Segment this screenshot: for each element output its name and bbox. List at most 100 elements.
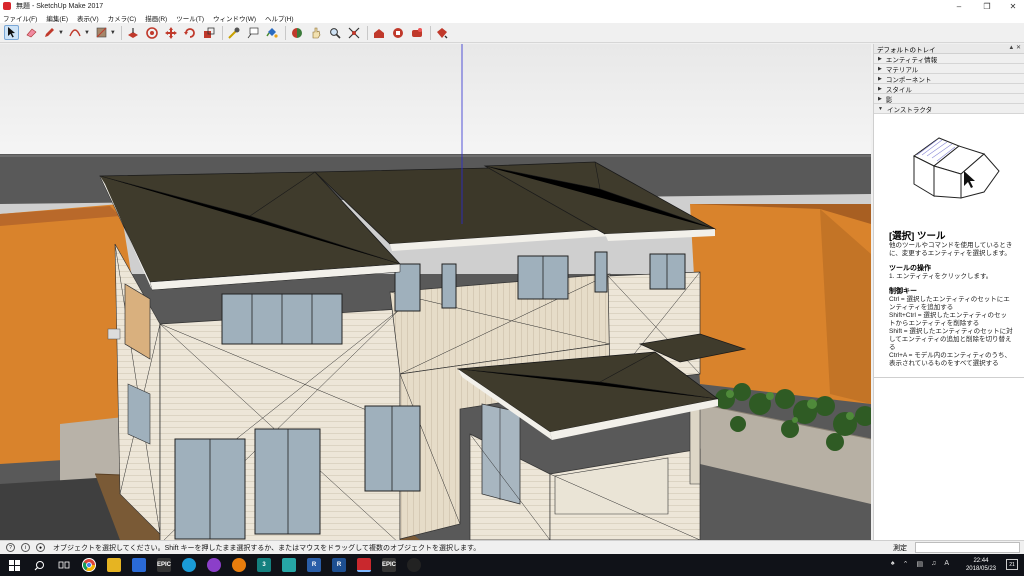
scale-icon[interactable] <box>202 25 217 40</box>
text-icon[interactable] <box>246 25 261 40</box>
instructor-content: [選択] ツール 他のツールやコマンドを使用しているときに、変更するエンティティ… <box>874 116 1024 416</box>
geo-location-icon[interactable]: ? <box>6 543 15 552</box>
zoom-extents-icon[interactable] <box>347 25 362 40</box>
revit-2-icon[interactable]: R <box>332 558 346 572</box>
panel-components[interactable]: ▶ コンポーネント <box>874 74 1024 84</box>
pencil-line-icon[interactable] <box>42 25 57 40</box>
close-icon[interactable]: ✕ <box>998 0 1024 12</box>
revit-icon[interactable]: R <box>307 558 321 572</box>
notification-icon[interactable]: 21 <box>1006 559 1018 570</box>
tray-close-icon[interactable]: ✕ <box>1016 45 1021 51</box>
eraser-icon[interactable] <box>23 25 38 40</box>
file-explorer-icon[interactable] <box>107 558 121 572</box>
offset-icon[interactable] <box>145 25 160 40</box>
epic-games-icon[interactable]: EPIC <box>157 558 171 572</box>
menu-draw[interactable]: 描画(R) <box>145 13 167 23</box>
unreal-icon[interactable] <box>407 558 421 572</box>
windows-start-icon[interactable] <box>7 558 21 572</box>
pin-icon[interactable]: ▲ <box>1008 45 1014 51</box>
arc-dropdown-icon[interactable]: ▼ <box>84 30 90 36</box>
task-view-icon[interactable] <box>57 558 71 572</box>
expand-arrow-icon: ▶ <box>878 95 882 102</box>
chevron-up-icon[interactable]: ⌃ <box>903 560 909 568</box>
expand-arrow-icon: ▶ <box>878 55 882 62</box>
3dsmax-icon[interactable]: 3 <box>257 558 271 572</box>
extension-manager-icon[interactable] <box>435 25 450 40</box>
arc-icon[interactable] <box>68 25 83 40</box>
panel-materials[interactable]: ▶ マテリアル <box>874 64 1024 74</box>
menu-camera[interactable]: カメラ(C) <box>108 13 137 23</box>
collapse-arrow-icon: ▼ <box>878 105 883 112</box>
toolbar-separator <box>120 25 122 40</box>
volume-icon[interactable]: ♫ <box>931 560 936 568</box>
zoom-icon[interactable] <box>328 25 343 40</box>
instructor-tool-title: [選択] ツール <box>889 231 946 242</box>
shape-dropdown-icon[interactable]: ▼ <box>110 30 116 36</box>
visual-studio-icon[interactable] <box>207 558 221 572</box>
status-bar: ? i ● オブジェクトを選択してください。Shift キーを押したまま選択する… <box>0 540 1024 554</box>
rotate-icon[interactable] <box>183 25 198 40</box>
toolbar-separator <box>221 25 223 40</box>
menu-bar: ファイル(F) 編集(E) 表示(V) カメラ(C) 描画(R) ツール(T) … <box>0 12 1024 23</box>
instructor-mod-shift-ctrl: Shift+Ctrl = 選択したエンティティのセットからエンティティを削除する <box>889 312 1008 327</box>
ime-indicator[interactable]: A <box>944 560 949 568</box>
user-icon[interactable]: ● <box>36 543 45 552</box>
maya-icon[interactable] <box>282 558 296 572</box>
instructor-ops-step: 1. エンティティをクリックします。 <box>889 273 993 280</box>
minimize-icon[interactable]: – <box>944 0 974 12</box>
menu-window[interactable]: ウィンドウ(W) <box>213 13 256 23</box>
toolbar-separator <box>284 25 286 40</box>
clock[interactable]: 22:44 2018/05/23 <box>966 557 996 573</box>
app-blue-icon[interactable] <box>182 558 196 572</box>
toolbar-separator <box>429 25 431 40</box>
pan-icon[interactable] <box>309 25 324 40</box>
select-tool-icon[interactable] <box>4 25 19 40</box>
credits-icon[interactable]: i <box>21 543 30 552</box>
instructor-intro: 他のツールやコマンドを使用しているときに、変更するエンティティを選択します。 <box>889 242 1013 257</box>
network-icon[interactable]: ▤ <box>916 560 923 568</box>
title-bar: 無題 - SketchUp Make 2017 – ❐ ✕ <box>0 0 1024 12</box>
measurements-label: 測定 <box>893 545 907 552</box>
menu-view[interactable]: 表示(V) <box>77 13 99 23</box>
extension-warehouse-icon[interactable] <box>391 25 406 40</box>
panel-styles[interactable]: ▶ スタイル <box>874 84 1024 94</box>
push-pull-icon[interactable] <box>126 25 141 40</box>
tray-divider <box>874 377 1024 378</box>
status-message: オブジェクトを選択してください。Shift キーを押したまま選択するか、またはマ… <box>53 544 481 552</box>
panel-shadows[interactable]: ▶ 影 <box>874 94 1024 104</box>
store-icon[interactable] <box>132 558 146 572</box>
measurements-input[interactable] <box>915 542 1020 553</box>
line-dropdown-icon[interactable]: ▼ <box>58 30 64 36</box>
expand-arrow-icon: ▶ <box>878 65 882 72</box>
orbit-icon[interactable] <box>290 25 305 40</box>
sketchup-taskbar-icon[interactable] <box>357 558 371 572</box>
menu-edit[interactable]: 編集(E) <box>46 13 68 23</box>
epic-launcher-icon[interactable]: EPIC <box>382 558 396 572</box>
menu-file[interactable]: ファイル(F) <box>3 13 37 23</box>
tape-measure-icon[interactable] <box>227 25 242 40</box>
menu-help[interactable]: ヘルプ(H) <box>265 13 294 23</box>
tray-title: デフォルトのトレイ <box>877 46 936 54</box>
instructor-mod-heading: 制御キー <box>889 288 917 295</box>
instructor-mod-ctrl-a: Ctrl+A = モデル内のエンティティのうち、表示されているものをすべて選択す… <box>889 352 1012 367</box>
clock-date: 2018/05/23 <box>965 566 996 572</box>
move-icon[interactable] <box>164 25 179 40</box>
panel-entity-info[interactable]: ▶ エンティティ情報 <box>874 54 1024 64</box>
system-tray: ♠ ⌃ ▤ ♫ A <box>891 560 949 568</box>
search-icon[interactable] <box>32 558 46 572</box>
chrome-icon[interactable] <box>82 558 96 572</box>
instructor-mod-shift: Shift = 選択したエンティティのセットに対してエンティティの追加と削除を切… <box>889 328 1013 351</box>
warehouse-icon[interactable] <box>372 25 387 40</box>
model-viewport[interactable] <box>0 44 871 540</box>
people-icon[interactable]: ♠ <box>891 560 895 568</box>
paint-bucket-icon[interactable] <box>265 25 280 40</box>
default-tray: デフォルトのトレイ ▲ ✕ ▶ エンティティ情報 ▶ マテリアル ▶ コンポーネ… <box>873 44 1024 540</box>
component-share-icon[interactable] <box>410 25 425 40</box>
menu-tools[interactable]: ツール(T) <box>176 13 204 23</box>
house-model-scene <box>0 44 871 540</box>
expand-arrow-icon: ▶ <box>878 75 882 82</box>
panel-instructor[interactable]: ▼ インストラクタ <box>874 104 1024 114</box>
clock-time: 22:44 <box>973 558 989 564</box>
blender-icon[interactable] <box>232 558 246 572</box>
rectangle-icon[interactable] <box>94 25 109 40</box>
